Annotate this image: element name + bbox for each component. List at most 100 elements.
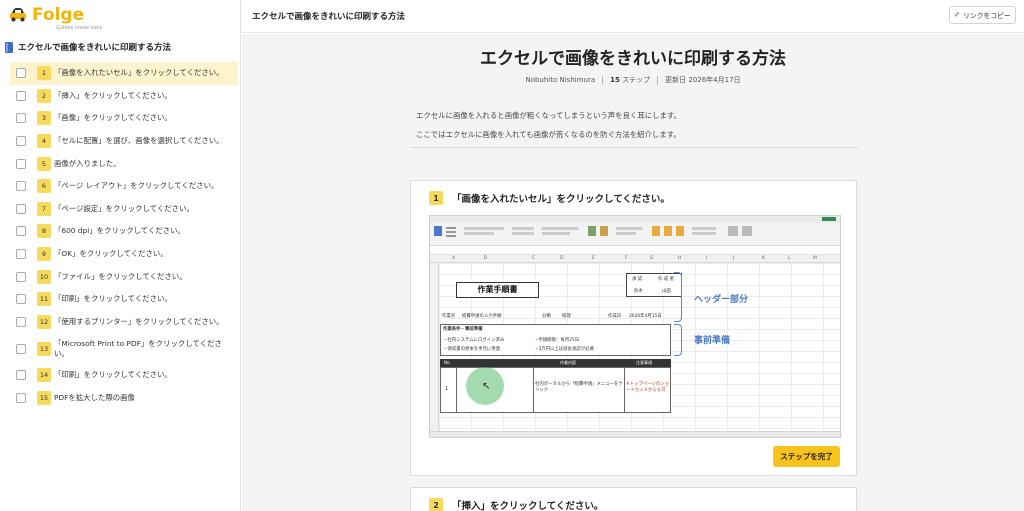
meta-divider <box>657 75 659 85</box>
step-number: 2 <box>37 88 51 103</box>
sidebar-doc-title[interactable]: エクセルで画像をきれいに印刷する方法 <box>5 41 171 53</box>
sidebar-step-9[interactable]: 9 「OK」をクリックしてください。 <box>10 243 238 266</box>
step-card-title: 「画像を入れたいセル」をクリックしてください。 <box>452 194 670 205</box>
cell-category: 経理 <box>562 314 571 319</box>
cell-prep-title: 作業条件・事前準備 <box>443 327 483 332</box>
col-content: 作業内容 <box>560 360 576 365</box>
ribbon-icons <box>434 217 836 237</box>
sheet-title: 作業手順書 <box>456 282 539 298</box>
copy-link-button[interactable]: ✐ リンクをコピー <box>949 6 1016 24</box>
cell-approval-note: ・3万円以上は部長承認が必要 <box>534 347 594 352</box>
step-number: 1 <box>37 66 51 81</box>
step-label: 「ページ レイアウト」をクリックしてください。 <box>54 181 219 191</box>
step-list: 1 「画像を入れたいセル」をクリックしてください。 2 「挿入」をクリックしてく… <box>10 62 238 409</box>
sidebar-step-3[interactable]: 3 「画像」をクリックしてください。 <box>10 107 238 130</box>
sidebar-step-1[interactable]: 1 「画像を入れたいセル」をクリックしてください。 <box>10 62 238 85</box>
step-checkbox[interactable] <box>16 158 26 169</box>
complete-step-button[interactable]: ステップを完了 <box>773 446 840 467</box>
link-icon: ✐ <box>954 11 961 19</box>
cell-approver: 鈴木 <box>634 289 643 294</box>
step-card-header: 1 「画像を入れたいセル」をクリックしてください。 <box>429 191 670 205</box>
article-meta: Nobuhito Nishimura 15 ステップ 更新日 2026年4月17日 <box>242 75 1024 85</box>
cell-category-label: 分類 <box>542 314 551 319</box>
step-checkbox[interactable] <box>16 68 26 79</box>
copy-link-label: リンクをコピー <box>963 12 1011 20</box>
step-checkbox[interactable] <box>16 113 26 124</box>
cell-row-content: 社内ポータルから「経費申請」メニューをクリック <box>535 382 623 393</box>
step-label: PDFを拡大した際の画像 <box>54 393 135 403</box>
step-checkbox[interactable] <box>16 136 26 147</box>
step-label: 「挿入」をクリックしてください。 <box>54 90 172 100</box>
excel-ribbon <box>430 216 840 246</box>
step-label: 「ページ設定」をクリックしてください。 <box>54 203 194 213</box>
sidebar-step-4[interactable]: 4 「セルに配置」を選び、画像を選択してください。 <box>10 130 238 153</box>
sidebar-step-15[interactable]: 15 PDFを拡大した際の画像 <box>10 387 238 410</box>
step-checkbox[interactable] <box>16 343 26 354</box>
step-checkbox[interactable] <box>16 226 26 237</box>
mouse-cursor-icon: ↖ <box>482 381 491 392</box>
step-checkbox[interactable] <box>16 294 26 305</box>
sidebar-step-5[interactable]: 5 画像が入りました。 <box>10 152 238 175</box>
step-label: 「印刷」をクリックしてください。 <box>54 294 172 304</box>
sidebar-step-11[interactable]: 11 「印刷」をクリックしてください。 <box>10 288 238 311</box>
step-label: 「Microsoft Print to PDF」をクリックしてください。 <box>54 338 222 358</box>
page-title: エクセルで画像をきれいに印刷する方法 <box>252 12 406 22</box>
step-label: 「画像を入れたいセル」をクリックしてください。 <box>54 68 224 78</box>
step-label: 画像が入りました。 <box>54 158 121 168</box>
step-checkbox[interactable] <box>16 316 26 327</box>
sidebar-step-7[interactable]: 7 「ページ設定」をクリックしてください。 <box>10 198 238 221</box>
step-card-number: 2 <box>429 498 443 511</box>
step-checkbox[interactable] <box>16 181 26 192</box>
step-screenshot[interactable]: A B C D E F G H I J K L M 作業手順書 承 認 作 成 … <box>429 215 841 438</box>
annotation-prep: 事前準備 <box>694 336 731 346</box>
author-name: Nobuhito Nishimura <box>525 76 596 84</box>
column-headers: A B C D E F G H I J K L M <box>430 255 840 263</box>
brand-logo[interactable]: Folge Guides made easy <box>8 6 102 31</box>
step-checkbox[interactable] <box>16 249 26 260</box>
cell-work-name: 経費申請の入力手順 <box>462 314 502 319</box>
cell-created-label: 作成日 <box>608 314 622 319</box>
main-content[interactable]: エクセルで画像をきれいに印刷する方法 Nobuhito Nishimura 15 … <box>242 34 1024 511</box>
sidebar-doc-title-text: エクセルで画像をきれいに印刷する方法 <box>18 43 172 53</box>
step-checkbox[interactable] <box>16 393 26 404</box>
sidebar-step-6[interactable]: 6 「ページ レイアウト」をクリックしてください。 <box>10 175 238 198</box>
step-label: 「600 dpi」をクリックしてください。 <box>54 226 185 236</box>
cell-author-label: 作 成 者 <box>658 277 674 282</box>
step-label: 「OK」をクリックしてください。 <box>54 249 168 259</box>
brand-tagline: Guides made easy <box>56 25 103 31</box>
step-number: 5 <box>37 156 51 171</box>
cell-row-note: ※トップページのショートカットからも可 <box>626 382 670 393</box>
step-number: 8 <box>37 224 51 239</box>
step-label: 「画像」をクリックしてください。 <box>54 113 172 123</box>
formula-bar <box>430 246 840 255</box>
step-checkbox[interactable] <box>16 370 26 381</box>
sidebar-step-2[interactable]: 2 「挿入」をクリックしてください。 <box>10 85 238 108</box>
divider <box>410 147 858 148</box>
intro-line: エクセルに画像を入れると画像が粗くなってしまうという声を良く耳にします。 <box>416 111 681 120</box>
step-checkbox[interactable] <box>16 90 26 101</box>
step-number: 7 <box>37 201 51 216</box>
step-card-1: 1 「画像を入れたいセル」をクリックしてください。 A B C D E F G … <box>410 180 857 476</box>
step-unit: ステップ <box>622 76 651 84</box>
step-checkbox[interactable] <box>16 203 26 214</box>
cell-created: 2026年4月15日 <box>629 314 662 319</box>
sidebar-step-13[interactable]: 13 「Microsoft Print to PDF」をクリックしてください。 <box>10 333 238 364</box>
cell-prep-1: ・社内システムにログイン済み <box>443 338 505 343</box>
step-label: 「印刷」をクリックしてください。 <box>54 370 172 380</box>
step-number: 4 <box>37 134 51 149</box>
sidebar-step-14[interactable]: 14 「印刷」をクリックしてください。 <box>10 364 238 387</box>
step-checkbox[interactable] <box>16 271 26 282</box>
article-title: エクセルで画像をきれいに印刷する方法 <box>480 49 786 69</box>
step-number: 3 <box>37 111 51 126</box>
step-number: 12 <box>37 314 51 329</box>
step-count: 15 <box>610 76 620 84</box>
step-label: 「ファイル」をクリックしてください。 <box>54 271 187 281</box>
book-icon <box>5 41 13 53</box>
step-number: 9 <box>37 247 51 262</box>
sidebar-step-10[interactable]: 10 「ファイル」をクリックしてください。 <box>10 265 238 288</box>
excel-status-bar <box>430 431 840 437</box>
cell-approval: 承 認 <box>632 277 643 282</box>
top-bar: エクセルで画像をきれいに印刷する方法 ✐ リンクをコピー <box>242 0 1024 33</box>
sidebar-step-12[interactable]: 12 「使用するプリンター」をクリックしてください。 <box>10 311 238 334</box>
sidebar-step-8[interactable]: 8 「600 dpi」をクリックしてください。 <box>10 220 238 243</box>
